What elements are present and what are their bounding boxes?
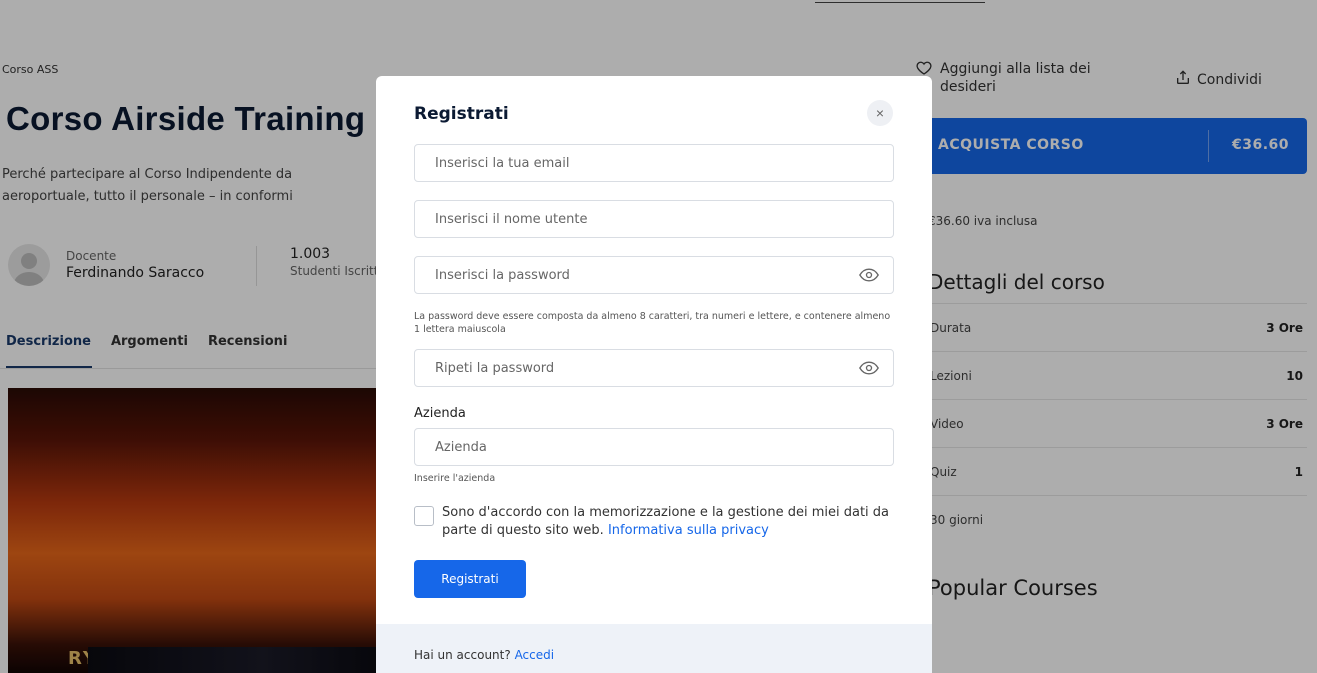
- close-button[interactable]: ×: [867, 100, 893, 126]
- email-input[interactable]: [414, 144, 894, 182]
- login-link[interactable]: Accedi: [515, 648, 555, 662]
- repeat-password-input[interactable]: [414, 349, 894, 387]
- register-modal: Registrati × La password deve essere com…: [376, 76, 932, 673]
- company-input[interactable]: [414, 428, 894, 466]
- consent-text: Sono d'accordo con la memorizzazione e l…: [442, 504, 902, 540]
- modal-title: Registrati: [414, 104, 509, 124]
- login-prompt-text: Hai un account?: [414, 648, 511, 662]
- password-input[interactable]: [414, 256, 894, 294]
- password-hint: La password deve essere composta da alme…: [414, 311, 891, 335]
- eye-icon[interactable]: [858, 264, 880, 286]
- modal-footer: Hai un account? Accedi: [376, 624, 932, 673]
- privacy-consent: Sono d'accordo con la memorizzazione e l…: [414, 504, 902, 540]
- username-input[interactable]: [414, 200, 894, 238]
- register-submit-button[interactable]: Registrati: [414, 560, 526, 598]
- close-icon: ×: [875, 105, 885, 121]
- company-label: Azienda: [414, 406, 466, 421]
- consent-checkbox[interactable]: [414, 506, 434, 526]
- login-prompt: Hai un account? Accedi: [414, 648, 554, 662]
- privacy-policy-link[interactable]: Informativa sulla privacy: [608, 523, 769, 538]
- eye-icon[interactable]: [858, 357, 880, 379]
- company-hint: Inserire l'azienda: [414, 473, 496, 484]
